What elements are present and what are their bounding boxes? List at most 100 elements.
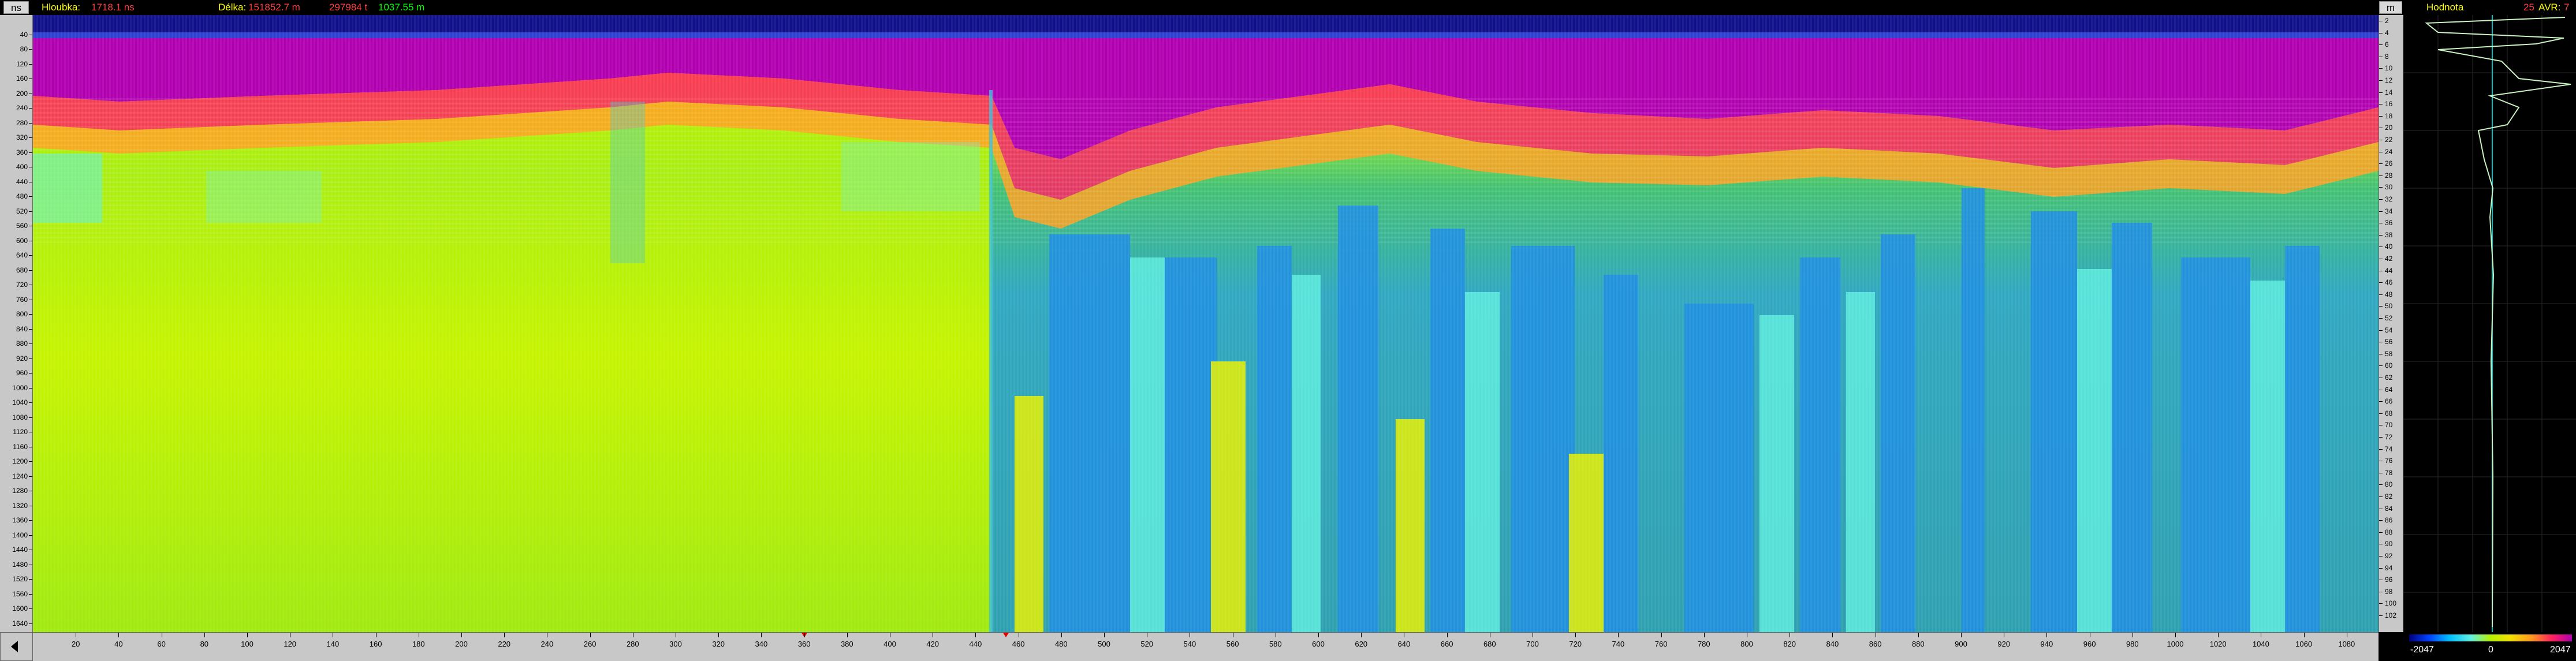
depth-tick-label: 74 (2385, 445, 2393, 453)
time-tick-label: 800 (16, 310, 28, 318)
time-tick-label: 1240 (12, 472, 28, 480)
distance-tick-label: 460 (1012, 640, 1025, 648)
depth-tick (2379, 80, 2383, 81)
depth-tick-label: 64 (2385, 385, 2393, 394)
distance-tick (1061, 633, 1062, 637)
marker-icon[interactable] (1003, 633, 1009, 637)
distance-tick-label: 260 (583, 640, 597, 648)
distance-tick (1832, 633, 1833, 637)
scale-max: 2047 (2550, 645, 2571, 655)
trace-count: 297984 t (329, 2, 368, 13)
distance-axis[interactable]: 20 40 60 80 100 120 140 160 180 200 220 240 260 280 30… (33, 632, 2379, 661)
depth-tick-label: 16 (2385, 100, 2393, 109)
depth-tick (2379, 211, 2383, 212)
distance-tick-label: 360 (797, 640, 811, 648)
depth-tick-label: 2 (2385, 17, 2389, 25)
time-tick (29, 358, 32, 359)
depth-tick-label: 78 (2385, 468, 2393, 477)
distance-tick-label: 220 (498, 640, 511, 648)
depth-axis[interactable]: 2 4 6 8 10 12 14 16 18 20 22 24 26 28 30 32 34 36 38 40 42 44… (2379, 15, 2403, 632)
distance-tick-label: 240 (540, 640, 554, 648)
depth-tick (2379, 484, 2383, 486)
depth-tick (2379, 496, 2383, 497)
time-axis[interactable]: 40 80 120 160 200 240 280 320 360 400 440 480 520 560… (0, 15, 33, 632)
depth-tick (2379, 115, 2383, 117)
depth-tick-label: 68 (2385, 409, 2393, 417)
color-scale-bar (2409, 634, 2572, 641)
distance-tick-label: 340 (755, 640, 768, 648)
time-tick (29, 196, 32, 197)
extra-value: 1037.55 m (378, 2, 425, 13)
length-label: Délka: (218, 2, 247, 13)
distance-tick-label: 680 (1483, 640, 1496, 648)
radargram-view[interactable] (33, 15, 2379, 632)
time-tick-label: 1520 (12, 575, 28, 583)
scroll-left-button[interactable] (0, 632, 33, 661)
depth-tick-label: 70 (2385, 421, 2393, 430)
depth-tick-label: 52 (2385, 314, 2393, 322)
trace-panel[interactable] (2403, 15, 2576, 632)
distance-tick-label: 280 (626, 640, 639, 648)
distance-tick (1703, 633, 1705, 637)
time-tick-label: 640 (16, 251, 28, 259)
depth-tick-label: 98 (2385, 587, 2393, 596)
time-tick-label: 200 (16, 89, 28, 98)
depth-tick-label: 86 (2385, 516, 2393, 525)
time-tick-label: 40 (20, 30, 28, 39)
time-tick-label: 1360 (12, 516, 28, 524)
time-tick-label: 520 (16, 207, 28, 215)
time-tick-label: 1440 (12, 546, 28, 554)
time-tick (29, 535, 32, 536)
depth-tick-label: 92 (2385, 552, 2393, 560)
depth-tick (2379, 520, 2383, 521)
scale-mid: 0 (2488, 645, 2493, 655)
depth-tick-label: 36 (2385, 219, 2393, 227)
distance-tick-label: 880 (1911, 640, 1925, 648)
distance-tick (975, 633, 976, 637)
time-tick (29, 122, 32, 124)
depth-tick (2379, 234, 2383, 236)
distance-tick (847, 633, 848, 637)
depth-tick (2379, 330, 2383, 331)
depth-tick-label: 90 (2385, 540, 2393, 548)
distance-tick-label: 540 (1183, 640, 1196, 648)
depth-tick-label: 84 (2385, 504, 2393, 513)
depth-tick-label: 54 (2385, 326, 2393, 334)
distance-tick-label: 20 (71, 640, 80, 648)
distance-tick-label: 620 (1355, 640, 1368, 648)
distance-tick-label: 980 (2126, 640, 2139, 648)
distance-tick (1104, 633, 1105, 637)
distance-tick-label: 1040 (2252, 640, 2269, 648)
time-tick (29, 387, 32, 389)
depth-tick-label: 48 (2385, 290, 2393, 298)
depth-tick-label: 72 (2385, 433, 2393, 441)
trace-plot (2403, 15, 2576, 632)
depth-tick (2379, 294, 2383, 295)
time-tick-label: 1120 (13, 428, 28, 436)
distance-tick-label: 500 (1098, 640, 1110, 648)
depth-tick (2379, 437, 2383, 438)
depth-tick-label: 100 (2385, 599, 2397, 608)
distance-tick-label: 400 (883, 640, 896, 648)
distance-tick-label: 640 (1397, 640, 1411, 648)
depth-tick (2379, 306, 2383, 307)
depth-tick (2379, 449, 2383, 450)
depth-tick (2379, 44, 2383, 46)
depth-tick-label: 50 (2385, 302, 2393, 311)
distance-tick (1361, 633, 1362, 637)
depth-tick-label: 96 (2385, 576, 2393, 584)
distance-tick-label: 80 (200, 640, 209, 648)
time-tick-label: 680 (16, 266, 28, 274)
distance-tick-label: 440 (969, 640, 982, 648)
time-tick-label: 720 (16, 281, 28, 289)
time-tick (29, 108, 32, 109)
depth-tick-label: 10 (2385, 64, 2393, 73)
distance-tick-label: 920 (1997, 640, 2011, 648)
depth-tick-label: 60 (2385, 361, 2393, 370)
depth-tick-label: 66 (2385, 397, 2393, 406)
depth-tick (2379, 401, 2383, 402)
depth-tick-label: 24 (2385, 147, 2393, 156)
depth-tick-label: 94 (2385, 563, 2393, 572)
time-tick-label: 1560 (12, 589, 28, 598)
time-tick (29, 520, 32, 521)
